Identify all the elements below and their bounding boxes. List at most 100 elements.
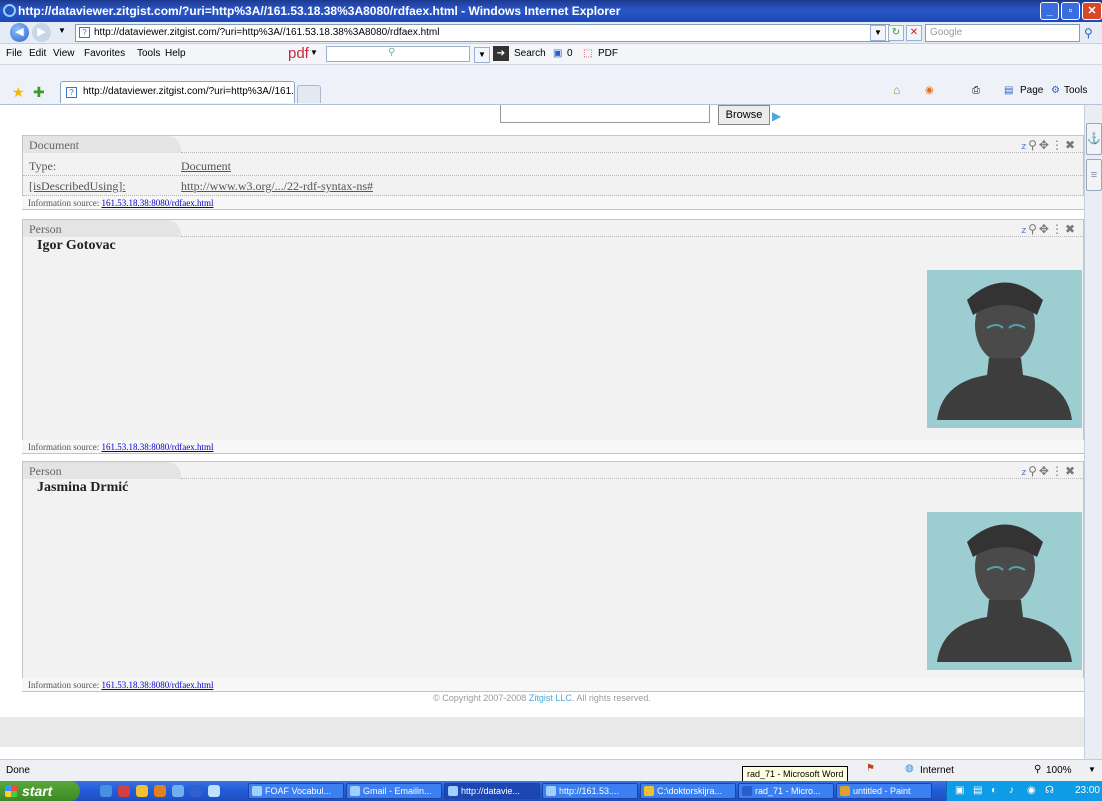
quicklaunch-icon[interactable] [100, 785, 112, 797]
close-icon[interactable]: ✕ [1082, 2, 1102, 20]
separator-icon: ⋮ [1050, 138, 1065, 152]
menu-file[interactable]: File [6, 48, 22, 59]
property-key[interactable]: [isDescribedUsing]: [29, 176, 126, 196]
favorites-star-icon[interactable]: ★ [12, 84, 25, 101]
browse-button[interactable]: Browse [718, 105, 770, 125]
source-label: Information source: [28, 680, 100, 690]
popup-blocker-icon[interactable]: ⚑ [866, 763, 875, 774]
browse-arrow-icon[interactable]: ▶ [772, 109, 781, 123]
quicklaunch-icon[interactable] [208, 785, 220, 797]
address-dropdown-icon[interactable]: ▼ [870, 25, 886, 41]
minimize-icon[interactable]: _ [1040, 2, 1059, 20]
person-silhouette-icon [937, 282, 1072, 420]
person-name: Igor Gotovac [37, 238, 116, 253]
taskbar-item[interactable]: http://datavie... [444, 783, 540, 799]
graph-icon[interactable]: ✥ [1039, 464, 1051, 478]
system-tray: ▣ ▤ ◐ ♪ ◉ ☊ 23:00 [946, 781, 1102, 801]
globe-icon: ◍ [905, 763, 914, 774]
graph-icon[interactable]: ✥ [1039, 138, 1051, 152]
source-link[interactable]: 161.53.18.38:8080/rdfaex.html [101, 442, 213, 452]
maximize-icon[interactable]: ▫ [1061, 2, 1080, 20]
search-icon[interactable]: ⚲ [1084, 26, 1093, 40]
print-icon[interactable]: ⎙ [972, 85, 980, 96]
vertical-scrollbar[interactable]: ⚓ ≡ [1084, 105, 1102, 759]
new-tab-button[interactable] [297, 85, 321, 103]
page-icon: ? [79, 27, 90, 38]
taskbar-item[interactable]: FOAF Vocabul... [248, 783, 344, 799]
start-button[interactable]: start [0, 781, 80, 801]
search-button[interactable]: Search [514, 48, 546, 59]
clock[interactable]: 23:00 [1075, 781, 1100, 801]
close-panel-icon[interactable]: ✖ [1065, 222, 1077, 236]
search-arrow-icon[interactable]: ➔ [493, 46, 509, 61]
zoom-level[interactable]: 100% [1046, 765, 1072, 776]
pdf-search-input[interactable] [326, 46, 470, 62]
tray-icon[interactable]: ▣ [955, 781, 964, 801]
source-link[interactable]: 161.53.18.38:8080/rdfaex.html [101, 680, 213, 690]
quicklaunch-icon[interactable] [136, 785, 148, 797]
pdf-search-dropdown-icon[interactable]: ▼ [474, 47, 490, 63]
tab-current[interactable]: ? http://dataviewer.zitgist.com/?uri=htt… [60, 81, 295, 103]
source-link[interactable]: 161.53.18.38:8080/rdfaex.html [101, 198, 213, 208]
feeds-icon[interactable]: ◉ [925, 85, 934, 96]
windows-flag-icon [5, 785, 17, 797]
quicklaunch-icon[interactable] [190, 785, 202, 797]
quicklaunch-icon[interactable] [154, 785, 166, 797]
tray-icon[interactable]: ♪ [1009, 781, 1014, 801]
page-menu[interactable]: Page [1020, 85, 1043, 96]
close-panel-icon[interactable]: ✖ [1065, 138, 1077, 152]
home-icon[interactable]: ⌂ [893, 83, 900, 97]
panel-title: Document [23, 136, 181, 153]
start-label: start [22, 783, 53, 799]
stop-icon[interactable]: ✕ [906, 25, 922, 41]
menu-tools[interactable]: Tools [137, 48, 160, 59]
panel-tools: z⚲✥⋮✖ [1021, 464, 1077, 478]
search-icon[interactable]: ⚲ [1028, 222, 1039, 236]
menu-edit[interactable]: Edit [29, 48, 46, 59]
quicklaunch-icon[interactable] [118, 785, 130, 797]
menu-favorites[interactable]: Favorites [84, 48, 125, 59]
scroll-anchor-icon[interactable]: ⚓ [1086, 123, 1102, 155]
window-title-bar[interactable]: http://dataviewer.zitgist.com/?uri=http%… [0, 0, 1102, 22]
menu-view[interactable]: View [53, 48, 75, 59]
count-value: 0 [567, 48, 573, 59]
forward-button[interactable]: ▶ [32, 23, 51, 42]
taskbar: start FOAF Vocabul... Gmail - Emailin...… [0, 781, 1102, 801]
browse-input[interactable] [500, 105, 710, 123]
tools-gear-icon: ⚙ [1051, 85, 1060, 96]
refresh-icon[interactable]: ↻ [888, 25, 904, 41]
tray-icon[interactable]: ▤ [973, 781, 982, 801]
person-silhouette-icon [937, 524, 1072, 662]
tray-icon[interactable]: ☊ [1045, 781, 1054, 801]
taskbar-item[interactable]: C:\doktorskijra... [640, 783, 736, 799]
add-favorites-icon[interactable]: ✚ [33, 84, 45, 101]
pdf-dropdown-icon[interactable]: ▼ [310, 48, 318, 57]
history-dropdown-icon[interactable]: ▼ [58, 26, 66, 35]
property-value-link[interactable]: http://www.w3.org/.../22-rdf-syntax-ns# [181, 176, 373, 196]
copyright-link[interactable]: Zitgist LLC [529, 693, 572, 703]
search-input[interactable]: Google [925, 24, 1080, 42]
scroll-list-icon[interactable]: ≡ [1086, 159, 1102, 191]
status-bar: Done ⚑ ◍ Internet ⚲ 100% ▼ [0, 759, 1102, 781]
search-icon[interactable]: ⚲ [1028, 464, 1039, 478]
close-panel-icon[interactable]: ✖ [1065, 464, 1077, 478]
back-button[interactable]: ◀ [10, 23, 29, 42]
taskbar-item[interactable]: rad_71 - Micro... [738, 783, 834, 799]
taskbar-item[interactable]: Gmail - Emailin... [346, 783, 442, 799]
tray-icon[interactable]: ◐ [991, 781, 997, 801]
property-value-link[interactable]: Document [181, 156, 231, 176]
pdf-icon: ⬚ [583, 48, 593, 59]
search-icon[interactable]: ⚲ [1028, 138, 1039, 152]
zoom-dropdown-icon[interactable]: ▼ [1088, 765, 1096, 774]
taskbar-item[interactable]: http://161.53.... [542, 783, 638, 799]
tray-icon[interactable]: ◉ [1027, 781, 1036, 801]
address-input[interactable]: ? http://dataviewer.zitgist.com/?uri=htt… [75, 24, 890, 42]
address-bar-row: ◀ ▶ ▼ ? http://dataviewer.zitgist.com/?u… [0, 22, 1102, 44]
pdf-button[interactable]: PDF [598, 48, 618, 59]
taskbar-item[interactable]: untitled - Paint [836, 783, 932, 799]
graph-icon[interactable]: ✥ [1039, 222, 1051, 236]
tools-menu[interactable]: Tools [1064, 85, 1087, 96]
menu-help[interactable]: Help [165, 48, 186, 59]
quicklaunch-icon[interactable] [172, 785, 184, 797]
pdf-toolbar-brand[interactable]: pdf [288, 45, 309, 62]
